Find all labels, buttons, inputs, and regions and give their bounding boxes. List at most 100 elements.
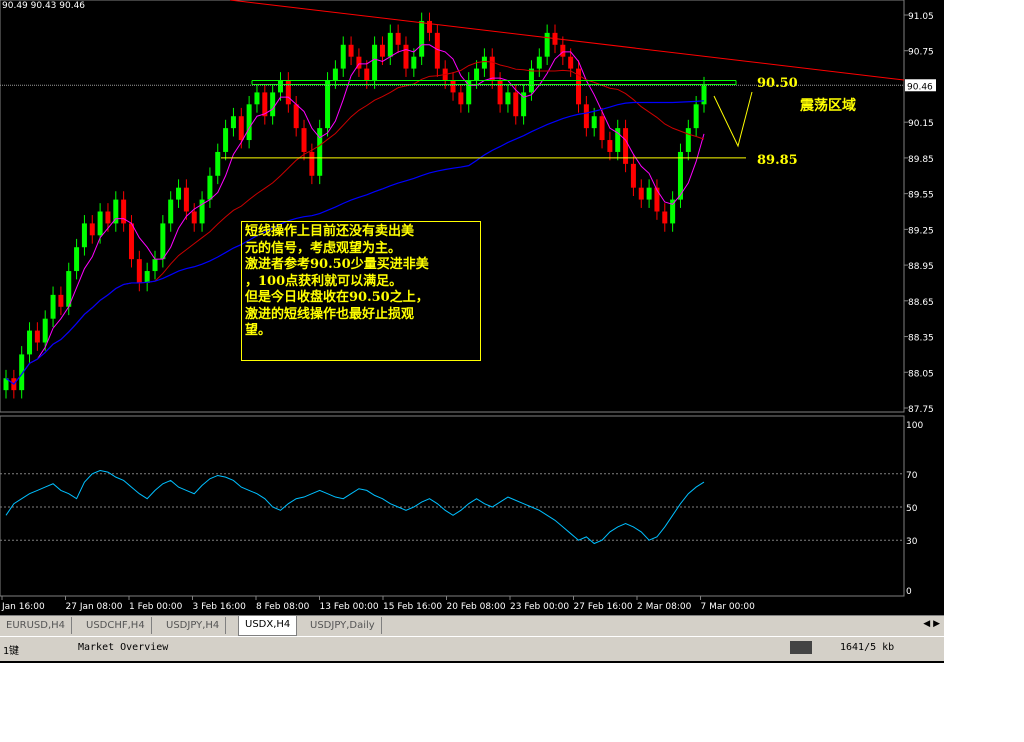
candle-body: [301, 128, 307, 152]
tab-usdjpy-daily[interactable]: USDJPY,Daily: [304, 617, 382, 634]
candle-body: [583, 104, 589, 129]
candle-body: [379, 44, 385, 57]
tab-scroll-arrows-icon[interactable]: ◀ ▶: [923, 619, 940, 629]
resistance-trendline: [229, 0, 905, 81]
candle-body: [34, 330, 40, 343]
time-tick-label: 7 Mar 00:00: [701, 602, 756, 612]
candle-body: [560, 44, 566, 57]
rsi-tick-label: 50: [906, 504, 918, 514]
status-traffic: 1641/5 kb: [840, 642, 895, 653]
chart-tabbar: EURUSD,H4 USDCHF,H4 USDJPY,H4 USDX,H4 US…: [0, 615, 944, 636]
candle-body: [395, 32, 401, 45]
note-line: 但是今日收盘收在90.50之上，: [245, 290, 429, 305]
candle-body: [599, 116, 605, 141]
connection-bars-icon: [790, 641, 812, 654]
rsi-line: [5, 469, 705, 545]
tab-usdx-h4[interactable]: USDX,H4: [238, 616, 298, 636]
price-tick-label: 88.95: [908, 262, 934, 272]
time-tick-label: 23 Feb 00:00: [510, 602, 569, 612]
time-tick-label: 1 Feb 00:00: [129, 602, 183, 612]
candle-body: [223, 128, 229, 152]
candle-body: [536, 56, 542, 69]
note-line: 激进者参考90.50少量买进非美: [245, 257, 429, 272]
candle-body: [277, 80, 283, 93]
candle-body: [670, 199, 676, 224]
price-tick-label: 91.05: [908, 12, 934, 22]
candle-body: [403, 44, 409, 69]
candle-body: [348, 44, 354, 57]
candle-body: [372, 44, 378, 81]
candle-body: [630, 163, 636, 188]
candle-body: [544, 32, 550, 57]
candle-body: [458, 92, 464, 105]
candle-body: [434, 32, 440, 69]
candle-body: [183, 187, 189, 212]
price-tick-label: 88.05: [908, 369, 934, 379]
candle-body: [105, 211, 111, 224]
tab-usdjpy-h4[interactable]: USDJPY,H4: [160, 617, 227, 634]
candle-body: [364, 68, 370, 81]
candle-body: [662, 211, 668, 224]
candle-body: [654, 187, 660, 212]
candle-body: [270, 92, 276, 117]
candle-body: [168, 199, 174, 224]
candle-body: [246, 104, 252, 141]
time-tick-label: 13 Feb 00:00: [320, 602, 379, 612]
candle-body: [505, 92, 511, 105]
candle-body: [450, 80, 456, 93]
candle-body: [489, 56, 495, 81]
rsi-tick-label: 100: [906, 421, 923, 431]
candle-body: [607, 140, 613, 152]
rsi-tick-label: 0: [906, 587, 912, 597]
projection-v: [713, 91, 753, 148]
price-tick-label: 87.75: [908, 405, 934, 415]
terminal-window: 91.05 90.75 90.46 90.15 89.85 89.55 89.25 88.95…: [0, 0, 944, 663]
note-line: 短线操作上目前还没有卖出美: [245, 224, 415, 239]
candle-body: [685, 128, 691, 152]
candle-body: [332, 68, 338, 81]
time-tick-label: 3 Feb 16:00: [193, 602, 247, 612]
candle-body: [176, 187, 182, 200]
time-tick-label: 15 Feb 16:00: [383, 602, 442, 612]
note-line: 激进的短线操作也最好止损观: [245, 306, 415, 322]
status-help: 1键: [3, 646, 20, 657]
candle-body: [42, 318, 48, 343]
candle-body: [136, 259, 142, 283]
candle-body: [89, 223, 95, 236]
candle-body: [81, 223, 87, 248]
rsi-tick-label: 30: [906, 537, 918, 547]
candle-body: [113, 199, 119, 224]
price-tick-label: 88.65: [908, 298, 934, 308]
candle-body: [191, 211, 197, 224]
candle-body: [419, 20, 425, 57]
candle-body: [144, 271, 150, 283]
candle-body: [623, 128, 629, 164]
time-tick-label: 20 Feb 08:00: [447, 602, 506, 612]
candle-body: [568, 56, 574, 69]
ohlc-readout: 90.49 90.43 90.46: [2, 1, 85, 11]
candle-body: [27, 330, 33, 355]
time-tick-label: 27 Feb 16:00: [574, 602, 633, 612]
rsi-panel-border: [0, 415, 905, 597]
candle-body: [309, 151, 315, 176]
price-tick-label: 89.25: [908, 226, 934, 236]
candle-body: [238, 116, 244, 141]
time-tick-label: 8 Feb 08:00: [256, 602, 310, 612]
candle-body: [128, 223, 134, 260]
tab-eurusd-h4[interactable]: EURUSD,H4: [0, 617, 73, 634]
candle-body: [411, 56, 417, 69]
level-low-label: 89.85: [757, 153, 798, 168]
candle-body: [638, 187, 644, 200]
price-tick-label: 90.15: [908, 119, 934, 129]
status-market: Market Overview: [78, 642, 169, 653]
candle-body: [215, 151, 221, 176]
note-line: ，100点获利就可以满足。: [245, 273, 403, 289]
price-tick-label: 89.85: [908, 155, 934, 165]
candle-body: [474, 68, 480, 81]
candle-body: [591, 116, 597, 129]
tab-usdchf-h4[interactable]: USDCHF,H4: [80, 617, 152, 634]
analysis-note: 短线操作上目前还没有卖出美 元的信号，考虑观望为主。 激进者参考90.50少量买…: [241, 221, 481, 361]
candle-body: [58, 294, 64, 307]
candle-body: [293, 104, 299, 129]
candle-body: [481, 56, 487, 69]
